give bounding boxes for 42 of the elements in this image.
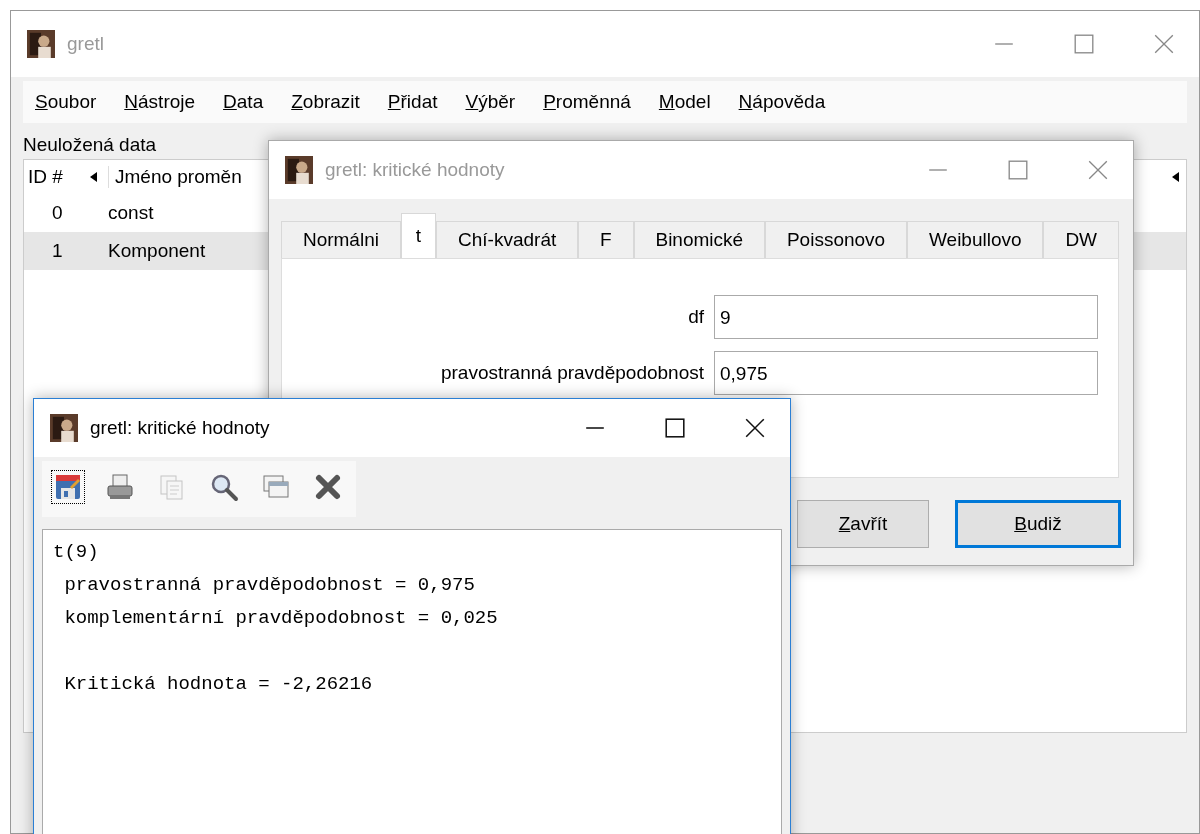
window-title: gretl: kritické hodnoty	[325, 159, 506, 181]
tab[interactable]: Chí-kvadrát	[436, 221, 579, 258]
tab[interactable]: Normálni	[281, 221, 401, 258]
id-cell-text: 1	[51, 240, 64, 262]
tab[interactable]: Poissonovo	[765, 221, 908, 258]
close-icon[interactable]	[744, 417, 766, 439]
dataset-label: Neuložená data	[23, 133, 158, 157]
column-header[interactable]: ID #	[24, 166, 90, 188]
app-icon	[27, 30, 55, 58]
output-text: t(9) pravostranná pravděpodobnost = 0,975 komplementární pravděpodobnost = 0,025 Kritická hodnota = -2,26216	[53, 540, 498, 697]
input-field[interactable]: 9	[714, 295, 1098, 339]
tab[interactable]: Weibullovo	[907, 221, 1044, 258]
tab[interactable]: F	[578, 221, 634, 258]
menu-item[interactable]: Nápověda	[738, 91, 826, 113]
maximize-icon[interactable]	[664, 417, 686, 439]
menu-item[interactable]: Proměnná	[543, 91, 631, 113]
dialog-button[interactable]: Zavřít	[797, 500, 929, 548]
save-icon[interactable]	[52, 471, 84, 503]
column-header[interactable]: Jméno proměn	[108, 166, 242, 188]
id-cell-text: 0	[51, 202, 64, 224]
name-cell-text: Komponent	[107, 240, 206, 262]
menu-item[interactable]: Zobrazit	[291, 91, 360, 113]
sort-arrow-icon	[1172, 172, 1180, 182]
menu-item[interactable]: Data	[223, 91, 264, 113]
menu-item[interactable]: Soubor	[35, 91, 97, 113]
app-icon	[50, 414, 78, 442]
field-label: pravostranná pravděpodobnost	[440, 362, 704, 384]
window-title: gretl	[67, 33, 105, 55]
menu-item[interactable]: Přidat	[387, 91, 438, 113]
window-title: gretl: kritické hodnoty	[90, 417, 271, 439]
name-cell-text: const	[107, 202, 154, 224]
tab[interactable]: Binomické	[633, 221, 766, 258]
sort-arrow-icon	[90, 172, 98, 182]
dialog-button[interactable]: Budiž	[955, 500, 1121, 548]
menu-item[interactable]: Model	[658, 91, 711, 113]
app-icon	[285, 156, 313, 184]
tab[interactable]: DW	[1043, 221, 1119, 258]
menu-item[interactable]: Výběr	[465, 91, 516, 113]
tab[interactable]: t	[400, 213, 437, 258]
input-field[interactable]: 0,975	[714, 351, 1098, 395]
menu-item[interactable]: Nástroje	[124, 91, 196, 113]
field-label: df	[688, 306, 704, 328]
